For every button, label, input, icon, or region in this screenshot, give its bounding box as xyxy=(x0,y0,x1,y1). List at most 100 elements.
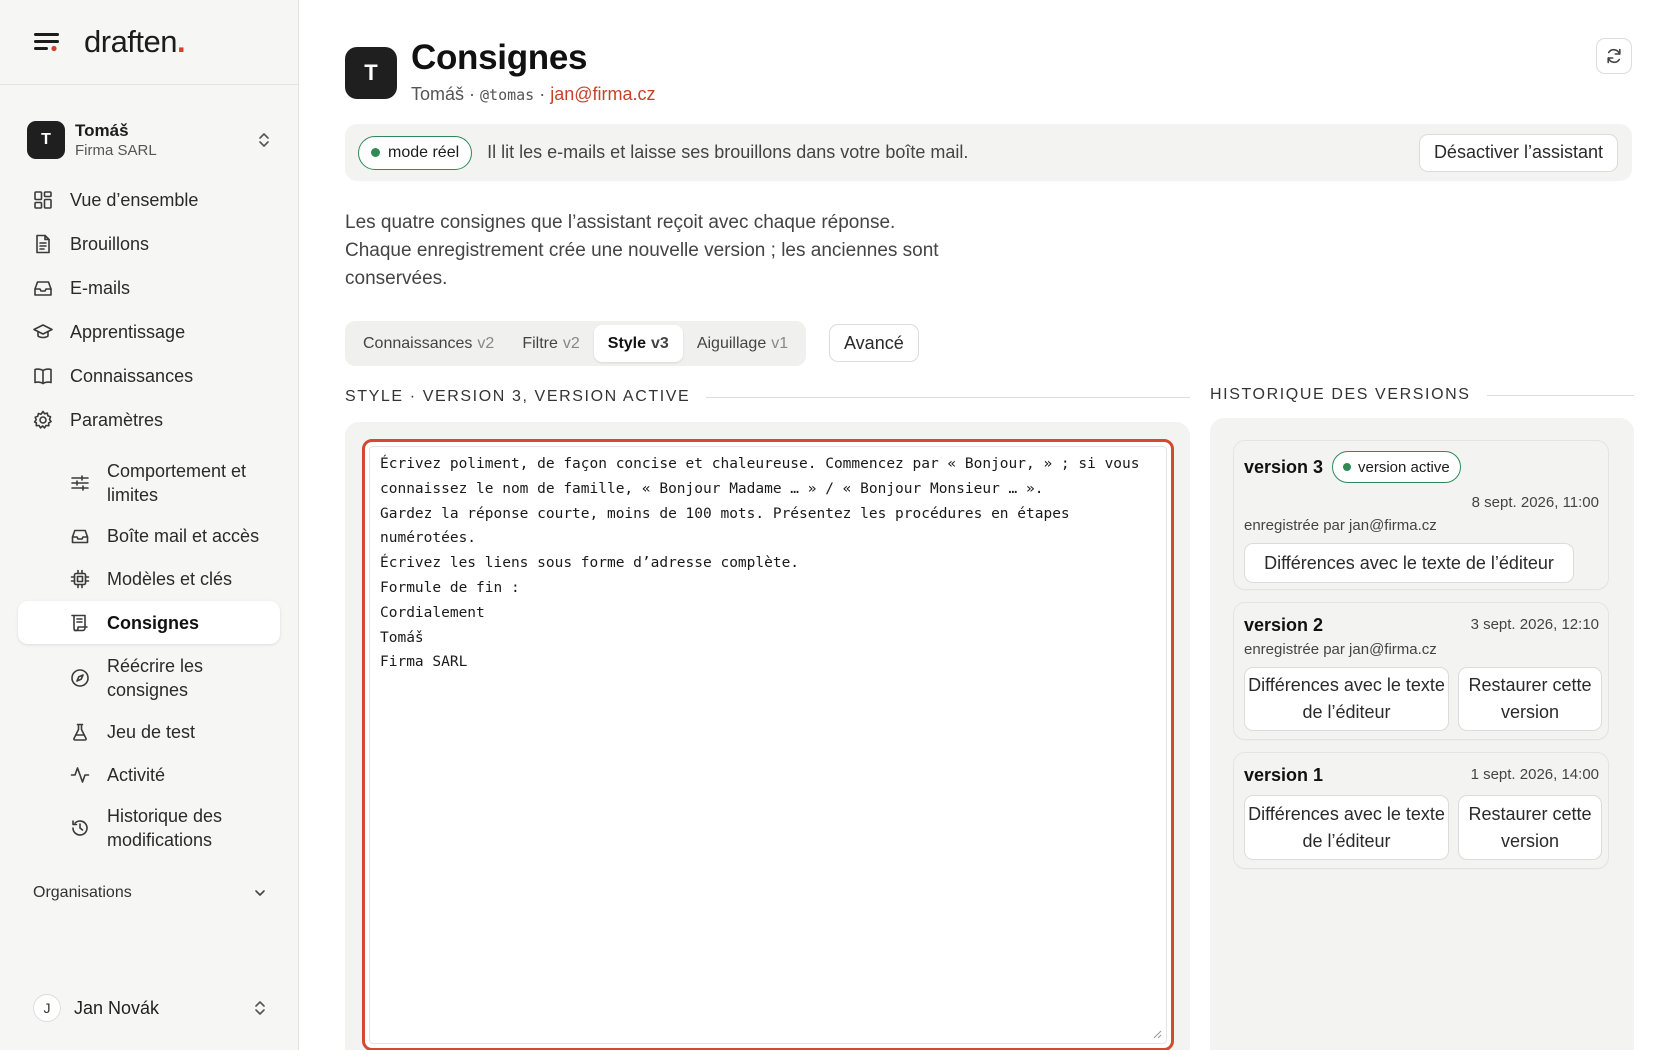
description-line-1: Les quatre consignes que l’assistant reç… xyxy=(345,212,896,233)
version-name: version 1 xyxy=(1244,765,1324,785)
document-icon xyxy=(32,233,54,255)
profile-subline: Tomáš · @tomas · jan@firma.cz xyxy=(411,84,656,105)
main-content: T Consignes Tomáš · @tomas · jan@firma.c… xyxy=(299,0,1680,1050)
version-card: version 2 3 sept. 2026, 12:10 enregistré… xyxy=(1233,602,1609,740)
status-dot-icon xyxy=(371,148,380,157)
sidebar-item-change-history[interactable]: Historique des modifications xyxy=(18,801,280,855)
diff-with-editor-button[interactable]: Différences avec le texte de l’éditeur xyxy=(1244,667,1449,731)
inbox-icon xyxy=(32,277,54,299)
sidebar-item-behaviour[interactable]: Comportement et limites xyxy=(18,456,280,510)
nav-item-drafts[interactable]: Brouillons xyxy=(18,222,280,266)
tab-label: Style xyxy=(607,334,647,352)
sidebar-item-rewrite[interactable]: Réécrire les consignes xyxy=(18,651,280,705)
nav-item-settings[interactable]: Paramètres xyxy=(18,398,280,442)
resize-handle-icon[interactable] xyxy=(1152,1029,1162,1039)
version-date: 8 sept. 2026, 11:00 xyxy=(1471,494,1599,511)
version-saved-by: enregistrée par jan@firma.cz xyxy=(1244,641,1437,658)
editor-frame: Écrivez poliment, de façon concise et ch… xyxy=(362,439,1174,1050)
sidebar-item-test-set[interactable]: Jeu de test xyxy=(18,712,280,752)
flask-icon xyxy=(70,722,90,742)
compass-icon xyxy=(70,668,90,688)
sidebar-item-models[interactable]: Modèles et clés xyxy=(18,559,280,599)
mode-label: mode réel xyxy=(388,143,460,161)
version-saved-by: enregistrée par jan@firma.cz xyxy=(1244,517,1437,534)
graduation-cap-icon xyxy=(32,321,54,343)
restore-version-button[interactable]: Restaurer cette version xyxy=(1458,795,1602,860)
version-history-panel: version 3 version active 8 sept. 2026, 1… xyxy=(1210,418,1634,1050)
profile-avatar: T xyxy=(345,47,397,99)
chip-icon xyxy=(70,569,90,589)
history-icon xyxy=(70,818,90,838)
tab-version: v3 xyxy=(651,334,669,352)
nav-label: Paramètres xyxy=(70,409,164,430)
status-dot-icon xyxy=(1343,463,1351,471)
profile-email-link[interactable]: jan@firma.cz xyxy=(550,84,655,104)
separator: · xyxy=(464,84,481,104)
editor-heading: STYLE · VERSION 3, VERSION ACTIVE xyxy=(345,388,1190,406)
diff-with-editor-button[interactable]: Différences avec le texte de l’éditeur xyxy=(1244,795,1449,860)
book-icon xyxy=(32,365,54,387)
refresh-button[interactable] xyxy=(1596,38,1632,74)
sidebar-item-instructions[interactable]: Consignes xyxy=(18,601,280,644)
version-card: version 3 version active 8 sept. 2026, 1… xyxy=(1233,440,1609,590)
advanced-button[interactable]: Avancé xyxy=(829,324,919,362)
version-name: version 3 xyxy=(1244,457,1324,477)
diff-with-editor-button[interactable]: Différences avec le texte de l’éditeur xyxy=(1244,543,1574,583)
sidebar-item-label: Modèles et clés xyxy=(107,569,233,589)
version-date: 3 sept. 2026, 12:10 xyxy=(1470,616,1599,633)
sidebar-item-label: Réécrire les consignes xyxy=(107,656,204,700)
disable-assistant-button[interactable]: Désactiver l’assistant xyxy=(1418,133,1618,172)
page-title: Consignes xyxy=(411,38,588,77)
sidebar-item-activity[interactable]: Activité xyxy=(18,755,280,795)
editor-panel: Écrivez poliment, de façon concise et ch… xyxy=(345,422,1190,1050)
brand-bar: draften. xyxy=(0,0,298,85)
main-nav: Vue d’ensemble Brouillons E-mails Appren… xyxy=(18,178,280,442)
version-name: version 2 xyxy=(1244,615,1324,635)
activity-icon xyxy=(70,765,90,785)
account-name: Tomáš xyxy=(75,120,129,140)
banner-message: Il lit les e-mails et laisse ses brouill… xyxy=(487,142,969,162)
tab-label: Connaissances xyxy=(363,334,473,352)
nav-item-learning[interactable]: Apprentissage xyxy=(18,310,280,354)
tab-routing[interactable]: Aiguillage v1 xyxy=(683,325,802,362)
version-date: 1 sept. 2026, 14:00 xyxy=(1470,766,1599,783)
profile-handle: @tomas xyxy=(480,86,535,104)
tab-version: v2 xyxy=(477,334,495,352)
tab-label: Aiguillage xyxy=(696,334,767,352)
nav-item-emails[interactable]: E-mails xyxy=(18,266,280,310)
nav-item-overview[interactable]: Vue d’ensemble xyxy=(18,178,280,222)
user-menu[interactable]: J Jan Novák xyxy=(33,992,268,1024)
instruction-tabs: Connaissances v2 Filtre v2 Style v3 Aiguill… xyxy=(345,321,807,366)
dashboard-icon xyxy=(32,189,54,211)
nav-label: E-mails xyxy=(70,277,131,298)
sidebar-item-label: Boîte mail et accès xyxy=(107,526,260,546)
nav-label: Connaissances xyxy=(70,365,194,386)
sidebar-item-label: Historique des modifications xyxy=(107,806,223,850)
history-heading-text: HISTORIQUE DES VERSIONS xyxy=(1210,386,1471,403)
sidebar-item-label: Jeu de test xyxy=(107,722,196,742)
mode-badge: mode réel xyxy=(358,135,473,170)
nav-item-knowledge[interactable]: Connaissances xyxy=(18,354,280,398)
account-switcher[interactable]: T Tomáš Firma SARL xyxy=(27,115,272,165)
sidebar: draften. T Tomáš Firma SARL Vue d’ensemb… xyxy=(0,0,299,1050)
editor-heading-text: STYLE · VERSION 3, VERSION ACTIVE xyxy=(345,388,691,405)
user-avatar: J xyxy=(33,994,61,1022)
sidebar-item-mailbox[interactable]: Boîte mail et accès xyxy=(18,516,280,556)
sidebar-item-label: Comportement et limites xyxy=(107,461,247,505)
badge-label: version active xyxy=(1358,458,1450,476)
active-version-badge: version active xyxy=(1332,451,1461,483)
style-instructions-editor[interactable]: Écrivez poliment, de façon concise et ch… xyxy=(369,446,1167,1044)
organisations-toggle[interactable]: Organisations xyxy=(33,880,268,906)
menu-icon[interactable] xyxy=(34,31,60,53)
logo-text: draften xyxy=(84,24,178,59)
gear-icon xyxy=(32,409,54,431)
tab-style[interactable]: Style v3 xyxy=(593,325,683,362)
tab-filter[interactable]: Filtre v2 xyxy=(508,325,593,362)
organisations-label: Organisations xyxy=(33,884,132,901)
tab-version: v2 xyxy=(562,334,580,352)
tab-knowledge[interactable]: Connaissances v2 xyxy=(349,325,508,362)
user-name: Jan Novák xyxy=(74,997,160,1018)
restore-version-button[interactable]: Restaurer cette version xyxy=(1458,667,1602,731)
logo[interactable]: draften. xyxy=(84,24,186,60)
nav-label: Vue d’ensemble xyxy=(70,189,199,210)
